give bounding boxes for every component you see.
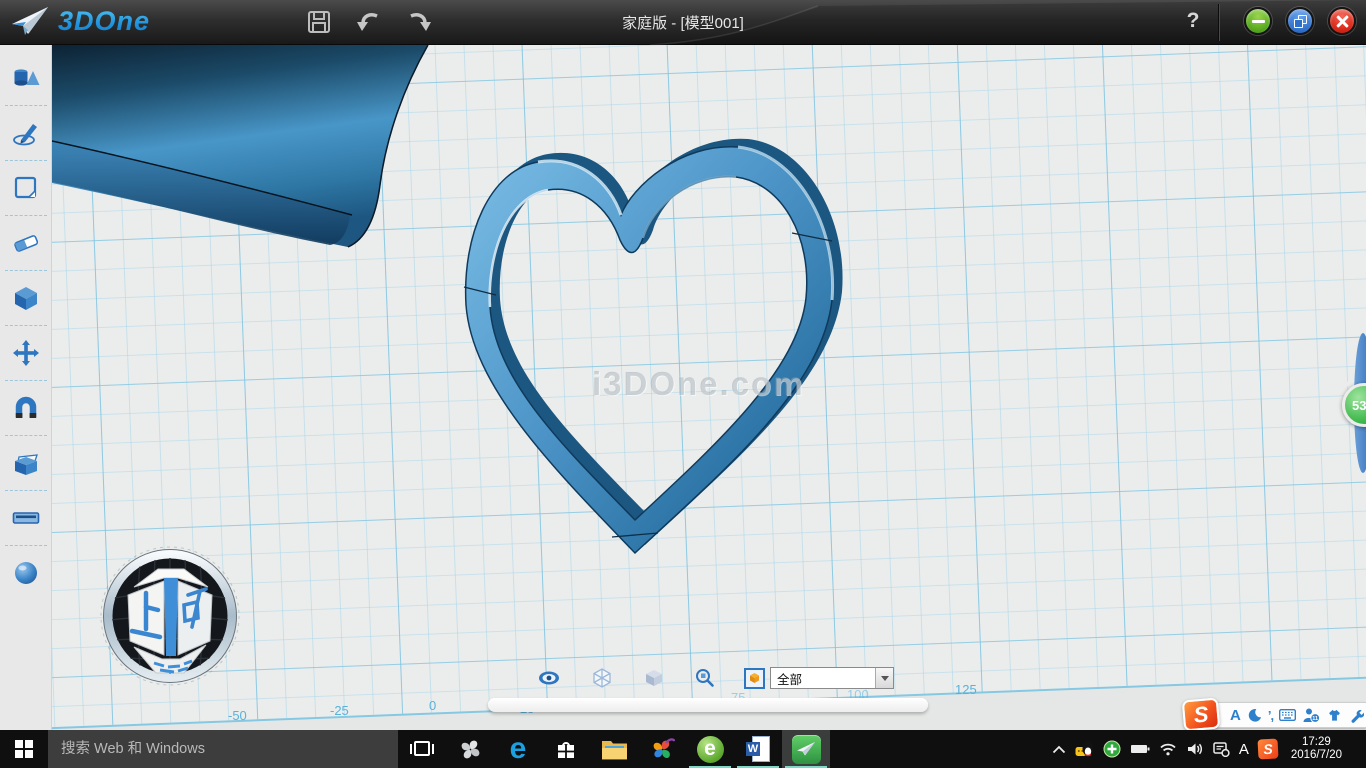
modeling-viewport[interactable]: i3DOne.com: [52, 45, 1366, 730]
titlebar-divider: [1218, 4, 1219, 41]
clock-date: 2016/7/20: [1291, 749, 1342, 762]
score-value: 53: [1352, 398, 1366, 413]
word-icon: W: [746, 736, 770, 762]
ime-input-mode-icon[interactable]: A: [1230, 707, 1241, 724]
speed-browser-icon: e: [697, 736, 724, 763]
close-button[interactable]: [1328, 7, 1356, 35]
sidebar-separator: [5, 490, 47, 491]
svg-text:11: 11: [1312, 716, 1318, 722]
axis-label: 0: [429, 698, 436, 713]
axis-label: -50: [228, 708, 247, 723]
system-tray: A S 17:29 2016/7/20: [1052, 730, 1366, 768]
sidebar-separator: [5, 270, 47, 271]
sidebar-separator: [5, 435, 47, 436]
qq-icon[interactable]: [1075, 740, 1094, 758]
tool-sidebar: [0, 45, 52, 730]
sidebar-separator: [5, 325, 47, 326]
sidebar-separator: [5, 160, 47, 161]
start-button[interactable]: [0, 730, 48, 768]
view-cube[interactable]: [100, 543, 240, 689]
display-filter-value: 全部: [771, 669, 875, 688]
partial-surface-model[interactable]: [52, 45, 432, 255]
axis-label: 125: [955, 682, 977, 697]
sidebar-item-feature-cube[interactable]: [0, 275, 52, 321]
ime-strip: A ’, 11: [1207, 702, 1366, 728]
taskbar-app-store[interactable]: [542, 730, 590, 768]
clock-time: 17:29: [1291, 736, 1342, 749]
horizontal-scrollbar[interactable]: [488, 698, 928, 712]
taskbar-app-3done[interactable]: [782, 730, 830, 768]
sidebar-separator: [5, 545, 47, 546]
taskbar-app-pinwheel-color[interactable]: [638, 730, 686, 768]
watermark: i3DOne.com: [592, 365, 805, 403]
wifi-icon[interactable]: [1159, 742, 1177, 756]
3done-icon: [792, 735, 821, 764]
sidebar-item-primitive-shapes[interactable]: [0, 55, 52, 101]
sidebar-item-combine[interactable]: [0, 440, 52, 486]
ime-toolbar: A ’, 11: [1183, 699, 1366, 730]
solid-display-icon[interactable]: [643, 667, 665, 689]
taskbar-clock[interactable]: 17:29 2016/7/20: [1287, 736, 1346, 762]
heart-model[interactable]: [440, 135, 860, 565]
taskbar-app-word[interactable]: W: [734, 730, 782, 768]
action-center-icon[interactable]: [1213, 741, 1230, 757]
app-window: i3DOne.com: [0, 0, 1366, 768]
sogou-logo[interactable]: S: [1182, 697, 1221, 731]
visibility-eye-icon[interactable]: [538, 667, 560, 689]
title-bar: 3DOne 家庭: [0, 0, 1366, 45]
window-controls: [1244, 7, 1356, 35]
sidebar-item-magnet-assembly[interactable]: [0, 385, 52, 431]
auto-fit-icon[interactable]: [743, 667, 765, 689]
windows-store-icon: [554, 737, 578, 761]
document-title: 家庭版 - [模型001]: [0, 12, 1366, 33]
chevron-down-icon: [881, 676, 889, 681]
taskbar-app-speed-browser[interactable]: e: [686, 730, 734, 768]
edge-icon: e: [510, 734, 527, 764]
sidebar-item-eraser[interactable]: [0, 220, 52, 266]
sidebar-item-section[interactable]: [0, 495, 52, 541]
restore-icon: [1294, 15, 1307, 28]
task-view-button[interactable]: [398, 730, 446, 768]
input-mode-indicator[interactable]: A: [1239, 741, 1249, 758]
battery-icon[interactable]: [1130, 743, 1150, 755]
volume-icon[interactable]: [1186, 742, 1204, 756]
wireframe-display-icon[interactable]: [591, 667, 613, 689]
zoom-observe-icon[interactable]: [694, 667, 716, 689]
help-button[interactable]: ?: [1180, 8, 1206, 34]
display-filter-dropdown[interactable]: 全部: [770, 667, 894, 689]
close-icon: [1336, 15, 1349, 28]
sidebar-separator: [5, 215, 47, 216]
windows-logo-icon: [15, 740, 33, 758]
settings-wrench-icon[interactable]: [1349, 708, 1364, 723]
taskbar-search-input[interactable]: [48, 730, 398, 768]
soft-keyboard-icon[interactable]: [1279, 709, 1296, 721]
dropdown-arrow-button[interactable]: [875, 668, 893, 688]
taskbar: e e: [0, 730, 1366, 768]
sidebar-item-edit-sketch[interactable]: [0, 165, 52, 211]
moon-icon[interactable]: [1247, 708, 1262, 723]
skin-icon[interactable]: [1326, 708, 1343, 722]
sogou-tray-icon[interactable]: S: [1257, 738, 1278, 759]
taskbar-app-file-explorer[interactable]: [590, 730, 638, 768]
360-safe-icon[interactable]: [1103, 740, 1121, 758]
sidebar-separator: [5, 105, 47, 106]
account-icon[interactable]: 11: [1302, 707, 1320, 723]
tray-expand-chevron[interactable]: [1052, 745, 1066, 754]
taskbar-app-edge[interactable]: e: [494, 730, 542, 768]
sidebar-separator: [5, 380, 47, 381]
minimize-button[interactable]: [1244, 7, 1272, 35]
taskbar-app-pinwheel-gray[interactable]: [446, 730, 494, 768]
restore-button[interactable]: [1286, 7, 1314, 35]
axis-label: -25: [330, 703, 349, 718]
folder-icon: [601, 739, 628, 760]
punctuation-icon[interactable]: ’,: [1268, 708, 1273, 723]
sidebar-item-render-sphere[interactable]: [0, 550, 52, 596]
sidebar-item-sketch[interactable]: [0, 110, 52, 156]
sidebar-item-move[interactable]: [0, 330, 52, 376]
